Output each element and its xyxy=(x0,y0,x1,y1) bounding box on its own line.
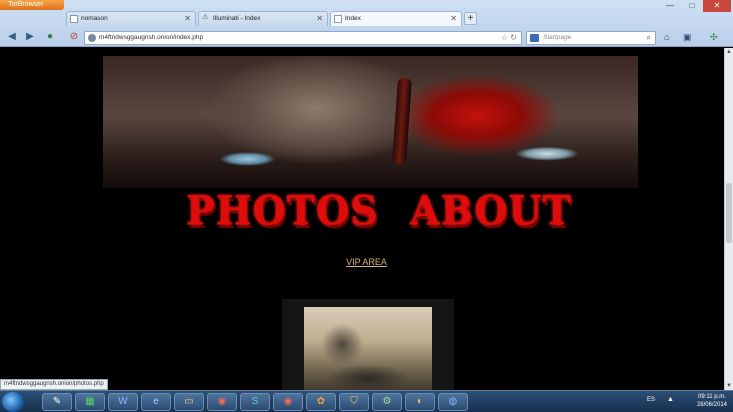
scroll-thumb[interactable] xyxy=(726,183,732,243)
banner-scar-detail xyxy=(392,77,412,165)
warning-icon: ⚠ xyxy=(202,14,209,21)
vip-area-link[interactable]: VIP AREA xyxy=(346,257,387,267)
photo-frame xyxy=(282,299,454,391)
paint-icon[interactable]: ✎ xyxy=(42,393,72,411)
tab-label: Index xyxy=(345,15,361,22)
noscript-icon[interactable]: ⊘ xyxy=(68,31,80,43)
tor-onion-icon[interactable]: ● xyxy=(44,31,56,43)
language-indicator[interactable]: ES xyxy=(647,397,655,403)
url-bar[interactable]: m4ftndwsggaugnsh.onion/index.php ☆ ↻ xyxy=(84,31,522,45)
bookmarks-menu-icon[interactable]: ▣ xyxy=(683,31,692,43)
search-engine-icon[interactable] xyxy=(530,34,539,42)
bookmark-star-icon[interactable]: ☆ ↻ xyxy=(501,32,517,44)
status-url-tooltip: m4ftndwsggaugnsh.onion/photos.php xyxy=(0,379,108,390)
clock[interactable]: 09:11 p.m. 28/06/2014 xyxy=(697,393,727,409)
tor-browser-menu-button[interactable]: TorBrowser xyxy=(0,0,64,10)
search-placeholder: Startpage xyxy=(543,34,572,41)
navigation-bar: ◀ ▶ ● ⊘ m4ftndwsggaugnsh.onion/index.php… xyxy=(0,29,733,47)
file-explorer-icon[interactable]: ▭ xyxy=(174,393,204,411)
header-banner-image xyxy=(103,56,638,188)
search-icon[interactable]: ⌕ xyxy=(647,32,651,44)
tab-label: nomason xyxy=(81,15,108,22)
back-arrow-icon[interactable]: ◀ xyxy=(6,31,18,43)
site-navigation: PHOTOS ABOUT xyxy=(0,187,733,238)
site-identity-icon[interactable] xyxy=(88,34,96,42)
browser-chrome: TorBrowser — □ ✕ nomason ✕ ⚠ Illuminati … xyxy=(0,0,733,47)
new-tab-button[interactable]: + xyxy=(464,12,477,25)
internet-explorer-icon[interactable]: e xyxy=(141,393,171,411)
network-tool-icon[interactable]: ⚙ xyxy=(372,393,402,411)
tab-label: Illuminati - Index xyxy=(213,15,261,22)
page-icon xyxy=(334,15,342,23)
shield-icon[interactable]: ⛉ xyxy=(339,393,369,411)
tor-browser-task-icon[interactable]: ◍ xyxy=(438,393,468,411)
vip-area-container: VIP AREA xyxy=(0,252,733,270)
clock-date: 28/06/2014 xyxy=(696,402,727,408)
addon-icon[interactable]: ✣ xyxy=(710,31,718,43)
system-tray: ES ▲ 09:11 p.m. 28/06/2014 xyxy=(643,391,733,412)
landscape-photo[interactable] xyxy=(304,307,432,391)
tab-close-icon[interactable]: ✕ xyxy=(450,12,457,26)
chrome-icon-2[interactable]: ◉ xyxy=(273,393,303,411)
screen: TorBrowser — □ ✕ nomason ✕ ⚠ Illuminati … xyxy=(0,0,733,412)
onion-icon[interactable]: ◐ xyxy=(405,393,435,411)
word-icon[interactable]: W xyxy=(108,393,138,411)
minimize-icon[interactable]: — xyxy=(659,0,681,12)
chrome-icon[interactable]: ◉ xyxy=(207,393,237,411)
search-bar[interactable]: Startpage ⌕ xyxy=(526,31,656,45)
vertical-scrollbar[interactable]: ▲ ▼ xyxy=(724,48,733,390)
clock-time: 09:11 p.m. xyxy=(698,394,726,400)
page-icon xyxy=(70,15,78,23)
window-controls: — □ ✕ xyxy=(659,0,731,12)
forward-arrow-icon[interactable]: ▶ xyxy=(24,31,36,43)
home-icon[interactable]: ⌂ xyxy=(664,31,669,43)
tab-close-icon[interactable]: ✕ xyxy=(184,12,191,26)
web-page: PHOTOS ABOUT VIP AREA xyxy=(0,48,733,391)
url-text: m4ftndwsggaugnsh.onion/index.php xyxy=(99,34,204,41)
start-button[interactable] xyxy=(2,392,24,412)
about-link[interactable]: ABOUT xyxy=(410,187,572,234)
skype-icon[interactable]: S xyxy=(240,393,270,411)
gimp-icon[interactable]: ✿ xyxy=(306,393,336,411)
tab-close-icon[interactable]: ✕ xyxy=(316,12,323,26)
scroll-up-icon[interactable]: ▲ xyxy=(725,48,733,56)
photos-link[interactable]: PHOTOS xyxy=(186,187,378,234)
tray-expand-icon[interactable]: ▲ xyxy=(667,396,674,403)
tab-strip: nomason ✕ ⚠ Illuminati - Index ✕ Index ✕… xyxy=(66,11,477,26)
close-window-icon[interactable]: ✕ xyxy=(703,0,731,12)
tab-illuminati[interactable]: ⚠ Illuminati - Index ✕ xyxy=(198,11,328,26)
tab-nomason[interactable]: nomason ✕ xyxy=(66,11,196,26)
taskbar: ✎ ▦ W e ▭ ◉ S ◉ ✿ ⛉ ⚙ ◐ ◍ ES ▲ 09:11 p.m… xyxy=(0,390,733,412)
scroll-down-icon[interactable]: ▼ xyxy=(725,382,733,390)
maximize-icon[interactable]: □ xyxy=(681,0,703,12)
tab-index[interactable]: Index ✕ xyxy=(330,11,462,26)
excel-icon[interactable]: ▦ xyxy=(75,393,105,411)
